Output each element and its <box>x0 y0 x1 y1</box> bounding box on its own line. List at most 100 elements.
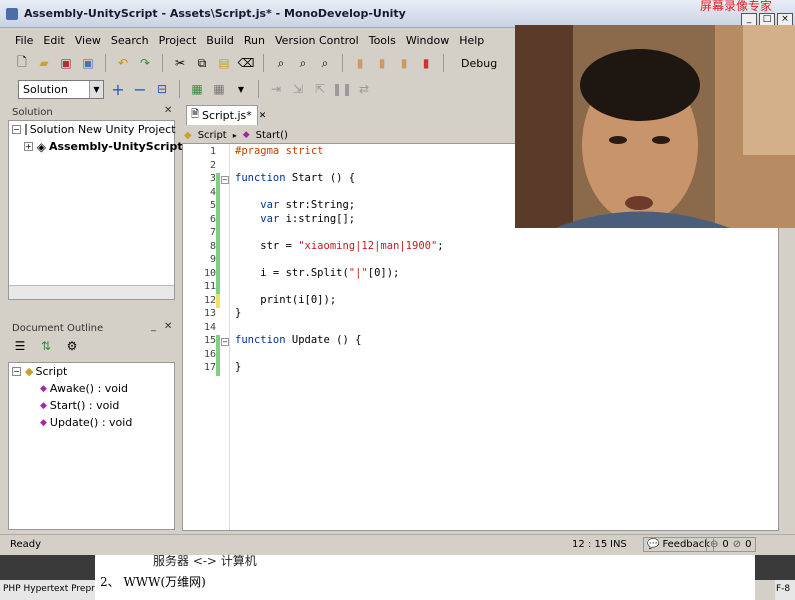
open-folder-icon[interactable]: ▰ <box>36 55 52 71</box>
feedback-button[interactable]: 💬 Feedback <box>643 537 715 552</box>
status-bar: Ready 12 : 15 INS 💬 Feedback ⊖ 0 ⊘ 0 <box>0 534 795 554</box>
menu-build[interactable]: Build <box>201 34 239 47</box>
line-number: 4 <box>209 186 216 198</box>
stop-icon[interactable]: ⇄ <box>356 81 372 97</box>
line-number: 2 <box>209 159 216 171</box>
bookmark-icon[interactable]: ▮ <box>352 55 368 71</box>
step-into-icon[interactable]: ⇲ <box>290 81 306 97</box>
outline-member-row[interactable]: ◆ Start() : void <box>9 397 174 414</box>
collapse-icon[interactable]: ⊟ <box>154 81 170 97</box>
fold-collapse-icon[interactable]: − <box>221 176 229 184</box>
horizontal-scrollbar[interactable] <box>9 285 174 299</box>
breadcrumb-member[interactable]: Start() <box>256 130 288 141</box>
cursor-position: 12 : 15 <box>572 539 608 550</box>
background-window-edge <box>755 555 795 580</box>
collapse-icon[interactable]: − <box>12 125 21 134</box>
menu-search[interactable]: Search <box>106 34 154 47</box>
line-number: 10 <box>203 267 216 279</box>
menu-file[interactable]: File <box>10 34 38 47</box>
find-icon[interactable]: ⌕ <box>273 55 289 71</box>
menu-view[interactable]: View <box>70 34 106 47</box>
toolbar-divider <box>179 80 180 98</box>
outline-root-row[interactable]: − ◆ Script <box>9 363 174 380</box>
clear-bookmarks-icon[interactable]: ▮ <box>418 55 434 71</box>
expand-icon[interactable]: + <box>24 142 33 151</box>
outline-member-row[interactable]: ◆ Update() : void <box>9 414 174 431</box>
line-number: 1 <box>209 146 216 157</box>
line-number: 12 <box>203 294 216 306</box>
solution-root-label: Solution New Unity Project <box>29 123 176 136</box>
close-icon[interactable]: ✕ <box>164 105 172 116</box>
copy-icon[interactable]: ⧉ <box>194 55 210 71</box>
remove-icon[interactable]: − <box>132 80 148 99</box>
class-icon: ◆ <box>25 365 34 378</box>
sort-icon[interactable]: ⇅ <box>38 338 54 354</box>
paste-icon[interactable]: ▤ <box>216 55 232 71</box>
menu-tools[interactable]: Tools <box>364 34 401 47</box>
undo-icon[interactable]: ↶ <box>115 55 131 71</box>
toolbar-divider <box>443 54 444 72</box>
method-icon: ◆ <box>40 383 47 394</box>
solution-panel-title: Solution <box>12 106 53 118</box>
close-icon[interactable]: ✕ <box>259 111 267 121</box>
add-icon[interactable]: + <box>110 80 126 99</box>
outline-member-row[interactable]: ◆ Awake() : void <box>9 380 174 397</box>
new-file-icon[interactable]: 🗋 <box>14 55 30 71</box>
speech-bubble-icon: 💬 <box>647 539 660 550</box>
solution-panel: − Solution New Unity Project + ◈ Assembl… <box>8 120 183 300</box>
class-icon: ◆ <box>184 129 192 141</box>
line-number: 16 <box>203 348 216 360</box>
code-line-5: var str:String; <box>260 199 356 211</box>
solution-root-row[interactable]: − Solution New Unity Project <box>9 121 176 138</box>
save-all-icon[interactable]: ▣ <box>80 55 96 71</box>
build-icon[interactable]: ▦ <box>189 81 205 97</box>
cut-icon[interactable]: ✂ <box>172 55 188 71</box>
list-view-icon[interactable]: ☰ <box>12 338 28 354</box>
minimize-icon[interactable]: _ <box>151 321 156 332</box>
menu-edit[interactable]: Edit <box>38 34 69 47</box>
code-line-3: function Start () { <box>235 172 356 184</box>
title-bar: Assembly-UnityScript - Assets\Script.js*… <box>0 0 795 28</box>
error-summary-button[interactable]: ⊖ 0 ⊘ 0 <box>706 537 756 552</box>
collapse-icon[interactable]: − <box>12 367 21 376</box>
scope-combo[interactable]: Solution ▼ <box>18 79 104 99</box>
menu-project[interactable]: Project <box>154 34 202 47</box>
breadcrumb-file[interactable]: Script <box>198 130 227 141</box>
menu-run[interactable]: Run <box>239 34 270 47</box>
settings-icon[interactable]: ⚙ <box>64 338 80 354</box>
toolbar-divider <box>342 54 343 72</box>
next-bookmark-icon[interactable]: ▮ <box>396 55 412 71</box>
tab-script-js[interactable]: 🗎 Script.js* ✕ <box>186 105 266 125</box>
tab-label: Script.js* <box>202 109 252 122</box>
line-number: 8 <box>209 240 216 252</box>
replace-icon[interactable]: ⌕ <box>317 55 333 71</box>
step-over-icon[interactable]: ⇥ <box>268 81 284 97</box>
taskbar-item[interactable]: F-8 <box>775 580 795 600</box>
background-document-line: 服务器 <-> 计算机 <box>153 554 257 568</box>
find-next-icon[interactable]: ⌕ <box>295 55 311 71</box>
pause-icon[interactable]: ❚❚ <box>332 81 352 97</box>
breadcrumb: ◆ Script ▸ ◆ Start() <box>182 127 515 143</box>
delete-icon[interactable]: ⌫ <box>238 55 255 71</box>
build-config-label[interactable]: Debug <box>461 57 497 70</box>
chevron-right-icon: ▸ <box>232 130 237 140</box>
step-out-icon[interactable]: ⇱ <box>312 81 328 97</box>
close-icon[interactable]: ✕ <box>164 321 172 332</box>
solution-panel-header: Solution ✕ <box>8 104 175 120</box>
menu-window[interactable]: Window <box>401 34 454 47</box>
menu-version-control[interactable]: Version Control <box>270 34 364 47</box>
line-number: 7 <box>209 227 216 238</box>
prev-bookmark-icon[interactable]: ▮ <box>374 55 390 71</box>
redo-icon[interactable]: ↷ <box>137 55 153 71</box>
run-options-icon[interactable]: ▼ <box>233 81 249 97</box>
code-line-1: #pragma strict <box>235 145 324 157</box>
menu-help[interactable]: Help <box>454 34 489 47</box>
run-icon[interactable]: ▦ <box>211 81 227 97</box>
save-icon[interactable]: ▣ <box>58 55 74 71</box>
fold-collapse-icon[interactable]: − <box>221 338 229 346</box>
taskbar-item[interactable]: PHP Hypertext Prepro <box>0 580 95 600</box>
secondary-toolbar: Solution ▼ + − ⊟ ▦ ▦ ▼ ⇥ ⇲ ⇱ ❚❚ ⇄ <box>0 76 515 102</box>
line-number: 14 <box>203 321 216 333</box>
project-row[interactable]: + ◈ Assembly-UnityScript <box>9 138 183 155</box>
chevron-down-icon[interactable]: ▼ <box>89 80 103 98</box>
